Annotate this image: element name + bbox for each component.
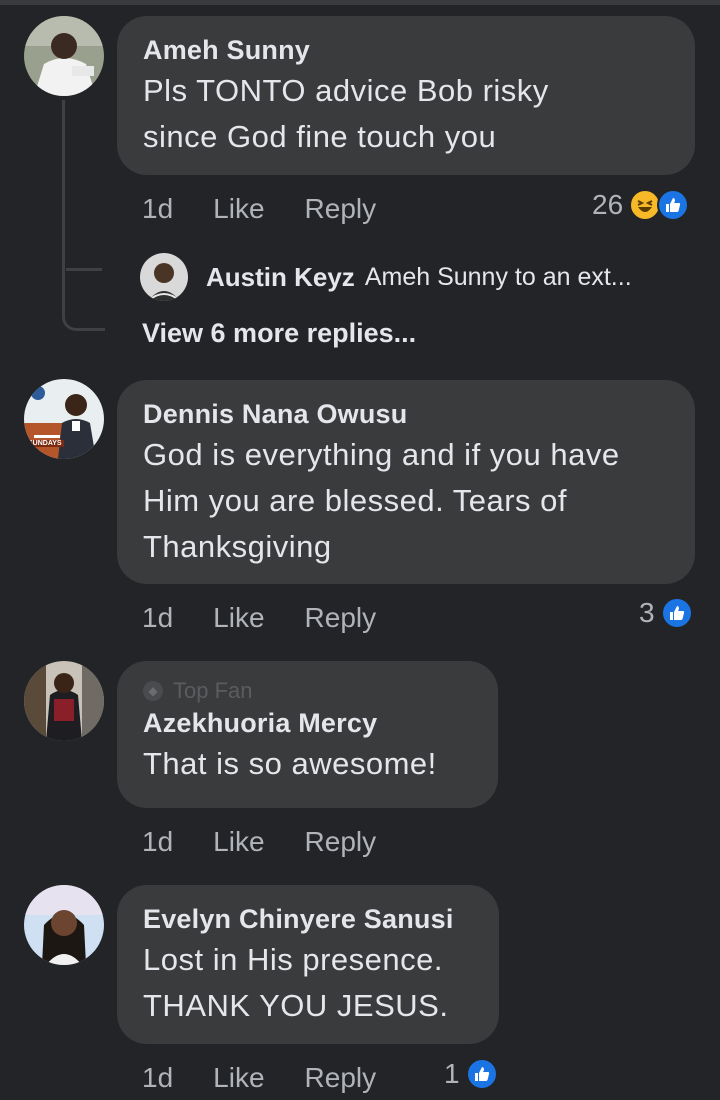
reply-button[interactable]: Reply	[305, 826, 377, 858]
reply-button[interactable]: Reply	[305, 193, 377, 225]
like-icon	[465, 1058, 498, 1090]
comment-time: 1d	[142, 193, 174, 224]
comment-text-line: Thanksgiving	[143, 529, 332, 564]
comment-text-line: THANK YOU JESUS.	[143, 988, 449, 1023]
reply-button[interactable]: Reply	[305, 1062, 377, 1094]
comment-text-line: Pls TONTO advice Bob risky	[143, 73, 549, 108]
avatar[interactable]	[24, 885, 104, 965]
like-button[interactable]: Like	[213, 602, 264, 634]
comment-time: 1d	[142, 1062, 174, 1093]
top-fan-badge: ◆ Top Fan	[143, 677, 472, 705]
thread-branch	[66, 268, 102, 271]
reply-button[interactable]: Reply	[305, 602, 377, 634]
commenter-name[interactable]: Evelyn Chinyere Sanusi	[143, 901, 473, 937]
reaction-count: 3	[639, 597, 655, 628]
comment-actions: 1d Like Reply	[142, 602, 416, 634]
reaction-count: 1	[444, 1058, 460, 1089]
reply-snippet: Ameh Sunny to an ext...	[364, 262, 632, 291]
comment-text-line: since God fine touch you	[143, 119, 497, 154]
comment-bubble[interactable]: Dennis Nana Owusu God is everything and …	[117, 380, 695, 584]
thread-line	[62, 100, 105, 331]
reaction-summary[interactable]: 3	[639, 597, 693, 629]
comment-text-line: Lost in His presence.	[143, 942, 443, 977]
like-button[interactable]: Like	[213, 193, 264, 225]
comment-bubble[interactable]: Ameh Sunny Pls TONTO advice Bob risky si…	[117, 16, 695, 175]
comment-time: 1d	[142, 602, 174, 633]
top-divider	[0, 0, 720, 5]
comment-text-line: God is everything and if you have	[143, 437, 620, 472]
comment-actions: 1d Like Reply	[142, 1062, 416, 1094]
comment-bubble[interactable]: Evelyn Chinyere Sanusi Lost in His prese…	[117, 885, 499, 1044]
reaction-count: 26	[592, 189, 624, 220]
avatar[interactable]	[24, 661, 104, 741]
commenter-name[interactable]: Dennis Nana Owusu	[143, 396, 669, 432]
commenter-name[interactable]: Ameh Sunny	[143, 32, 669, 68]
commenter-name[interactable]: Azekhuoria Mercy	[143, 705, 472, 741]
avatar[interactable]	[140, 253, 188, 301]
comment-bubble[interactable]: ◆ Top Fan Azekhuoria Mercy That is so aw…	[117, 661, 498, 808]
like-icon	[660, 597, 693, 629]
avatar-badge: SUNDAYS	[26, 440, 64, 447]
view-more-replies-link[interactable]: View 6 more replies...	[142, 318, 416, 349]
comment-time: 1d	[142, 826, 174, 857]
like-button[interactable]: Like	[213, 826, 264, 858]
diamond-icon: ◆	[143, 681, 163, 701]
comment-text-line: Him you are blessed. Tears of	[143, 483, 568, 518]
like-button[interactable]: Like	[213, 1062, 264, 1094]
like-icon	[657, 189, 690, 221]
reaction-summary[interactable]: 1	[444, 1058, 498, 1090]
reply-author[interactable]: Austin Keyz	[206, 262, 355, 293]
comment-actions: 1d Like Reply	[142, 826, 416, 858]
avatar[interactable]: SUNDAYS	[24, 379, 104, 459]
avatar[interactable]	[24, 16, 104, 96]
top-fan-label: Top Fan	[173, 678, 253, 703]
comment-actions: 1d Like Reply	[142, 193, 416, 225]
reaction-summary[interactable]: 26	[592, 189, 690, 221]
comment-text-line: That is so awesome!	[143, 746, 437, 781]
reply-preview[interactable]: Austin Keyz Ameh Sunny to an ext...	[140, 253, 632, 301]
